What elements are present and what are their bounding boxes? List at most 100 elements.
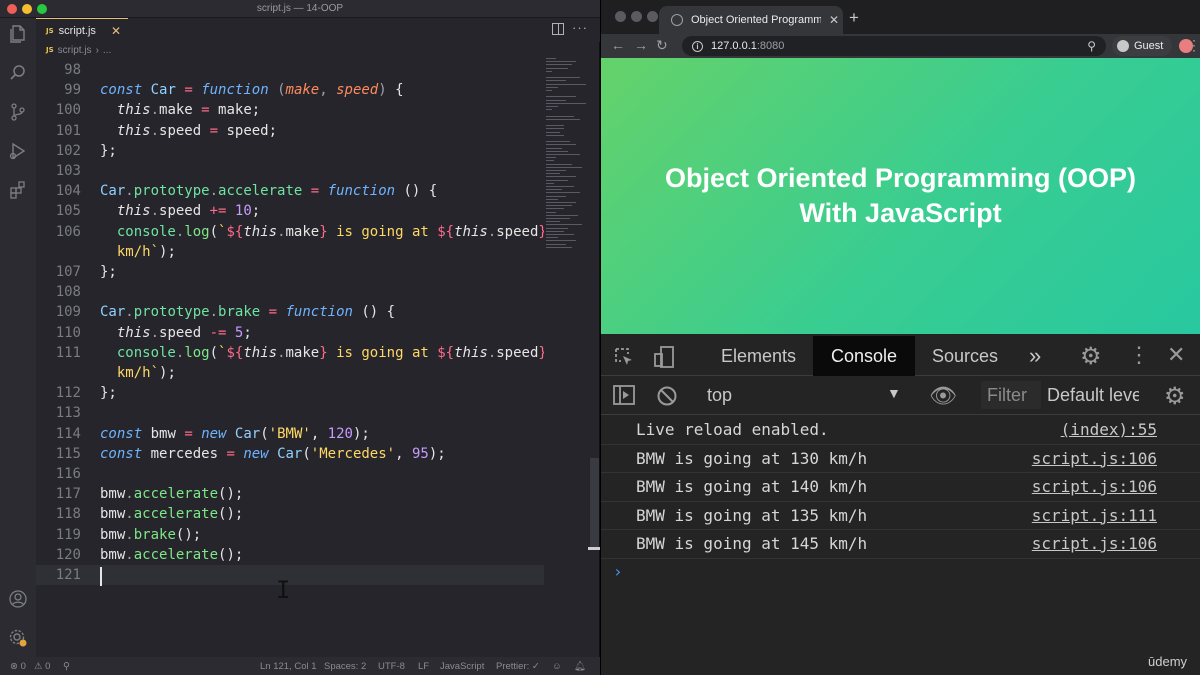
code-line[interactable]: 107}; [36,262,544,282]
browser-window: Object Oriented Programming ✕ + ← → ↻ i … [601,0,1200,675]
forward-arrow-icon[interactable]: → [634,37,648,53]
code-line[interactable]: 115 const mercedes = new Car('Mercedes', … [36,444,544,464]
code-text: this.speed = speed; [116,122,278,139]
code-line[interactable]: 106 console.log(`${this.make} is going a… [36,222,544,242]
live-share-icon[interactable]: ⚲ [63,661,70,672]
browser-tab[interactable]: Object Oriented Programming ✕ [659,6,843,34]
browser-close-button[interactable] [615,11,626,22]
code-line[interactable]: 117 bmw.accelerate(); [36,484,544,504]
inspect-element-icon[interactable] [613,346,635,373]
clear-console-icon[interactable] [656,385,678,412]
code-line[interactable]: 98 [36,60,544,80]
code-line[interactable]: 108 [36,282,544,302]
javascript-file-icon: JS [46,26,54,35]
breadcrumb-more[interactable]: ... [103,45,111,56]
minimap-line [546,141,570,143]
code-line[interactable]: 121 [36,565,544,585]
code-line[interactable]: 101 this.speed = speed; [36,121,544,141]
site-info-icon[interactable]: i [692,40,703,52]
browser-menu-icon[interactable]: ⋮ [1187,37,1200,54]
minimap-line [546,147,562,149]
address-bar[interactable]: i 127.0.0.1:8080 ⚲ [682,36,1106,56]
breadcrumb-file[interactable]: script.js [58,45,92,56]
code-line[interactable]: 120 bmw.accelerate(); [36,545,544,565]
source-control-icon[interactable] [8,102,28,122]
code-line[interactable]: 104 Car.prototype.accelerate = function (… [36,181,544,201]
notifications-bell-icon[interactable]: 🔔︎ [574,661,586,672]
code-line[interactable]: 119 bmw.brake(); [36,525,544,545]
tab-elements[interactable]: Elements [721,336,796,376]
editor-scrollbar[interactable] [590,458,599,548]
devtools-settings-gear-icon[interactable]: ⚙ [1080,342,1102,371]
problems-errors[interactable]: ⊗ 0 [10,661,26,672]
minimap[interactable] [544,58,588,258]
show-sidebar-icon[interactable] [613,385,635,410]
language-mode[interactable]: JavaScript [440,661,484,672]
code-line[interactable]: 103 [36,161,544,181]
execution-context-select[interactable]: top [707,385,732,406]
code-line[interactable]: 114 const bmw = new Car('BMW', 120); [36,424,544,444]
split-editor-icon[interactable] [552,23,564,35]
indentation[interactable]: Spaces: 2 [324,661,366,672]
console-source-link[interactable]: script.js:106 [1032,530,1157,558]
search-icon[interactable] [8,63,28,83]
zoom-magnifier-icon[interactable]: ⚲ [1087,39,1096,53]
code-line[interactable]: 116 [36,464,544,484]
more-tabs-icon[interactable]: » [1029,336,1041,376]
code-line[interactable]: 118 bmw.accelerate(); [36,504,544,524]
console-source-link[interactable]: (index):55 [1061,416,1157,444]
profile-button[interactable]: Guest [1112,36,1172,56]
device-toolbar-icon[interactable] [653,345,675,374]
code-line[interactable]: 110 this.speed -= 5; [36,323,544,343]
close-tab-icon[interactable]: ✕ [829,13,839,27]
console-source-link[interactable]: script.js:106 [1032,473,1157,501]
code-editor[interactable]: 98 99 const Car = function (make, speed) {… [36,58,544,657]
minimap-line [546,246,572,248]
log-levels-dropdown[interactable]: Default levels [1047,385,1139,406]
cursor-position[interactable]: Ln 121, Col 1 [260,661,317,672]
tab-script-js[interactable]: JS script.js ✕ [36,18,128,42]
code-line[interactable]: 113 [36,403,544,423]
console-source-link[interactable]: script.js:111 [1032,502,1157,530]
reload-icon[interactable]: ↻ [656,37,668,54]
code-line[interactable]: 100 this.make = make; [36,100,544,120]
close-devtools-icon[interactable]: ✕ [1167,342,1185,368]
close-tab-icon[interactable]: ✕ [111,24,121,38]
settings-gear-icon[interactable] [8,628,28,648]
console-source-link[interactable]: script.js:106 [1032,445,1157,473]
new-tab-button[interactable]: + [849,8,859,28]
tab-console[interactable]: Console [813,336,915,376]
browser-tab-strip: Object Oriented Programming ✕ + [601,0,1200,34]
devtools-menu-icon[interactable]: ⋮ [1128,342,1150,368]
prettier-status[interactable]: Prettier: ✓ [496,661,540,672]
back-arrow-icon[interactable]: ← [611,37,625,53]
code-line[interactable]: 111 console.log(`${this.make} is going a… [36,343,544,363]
run-debug-icon[interactable] [8,141,28,161]
line-number: 113 [55,405,81,422]
account-icon[interactable] [8,589,28,609]
chevron-down-icon[interactable]: ▼ [887,385,901,401]
extensions-icon[interactable] [8,180,28,200]
browser-minimize-button[interactable] [631,11,642,22]
minimap-line [546,195,566,197]
code-line[interactable]: 105 this.speed += 10; [36,201,544,221]
code-line[interactable]: 99 const Car = function (make, speed) { [36,80,544,100]
more-actions-icon[interactable]: ··· [572,20,588,35]
code-line[interactable]: 102}; [36,141,544,161]
console-filter-input[interactable]: Filter [981,381,1041,409]
tab-sources[interactable]: Sources [932,336,998,376]
code-line[interactable]: km/h`); [36,242,544,262]
line-number: 100 [55,102,81,119]
code-line[interactable]: km/h`); [36,363,544,383]
console-prompt[interactable]: › [613,562,623,581]
code-line[interactable]: 109 Car.prototype.brake = function () { [36,302,544,322]
end-of-line[interactable]: LF [418,661,429,672]
code-line[interactable]: 112}; [36,383,544,403]
browser-zoom-button[interactable] [647,11,658,22]
problems-warnings[interactable]: ⚠ 0 [34,661,50,672]
explorer-icon[interactable] [8,24,28,44]
live-expression-eye-icon[interactable]: 👁︎ [929,383,957,409]
encoding[interactable]: UTF-8 [378,661,405,672]
console-settings-gear-icon[interactable]: ⚙ [1164,382,1186,411]
feedback-icon[interactable]: ☺ [552,661,562,672]
